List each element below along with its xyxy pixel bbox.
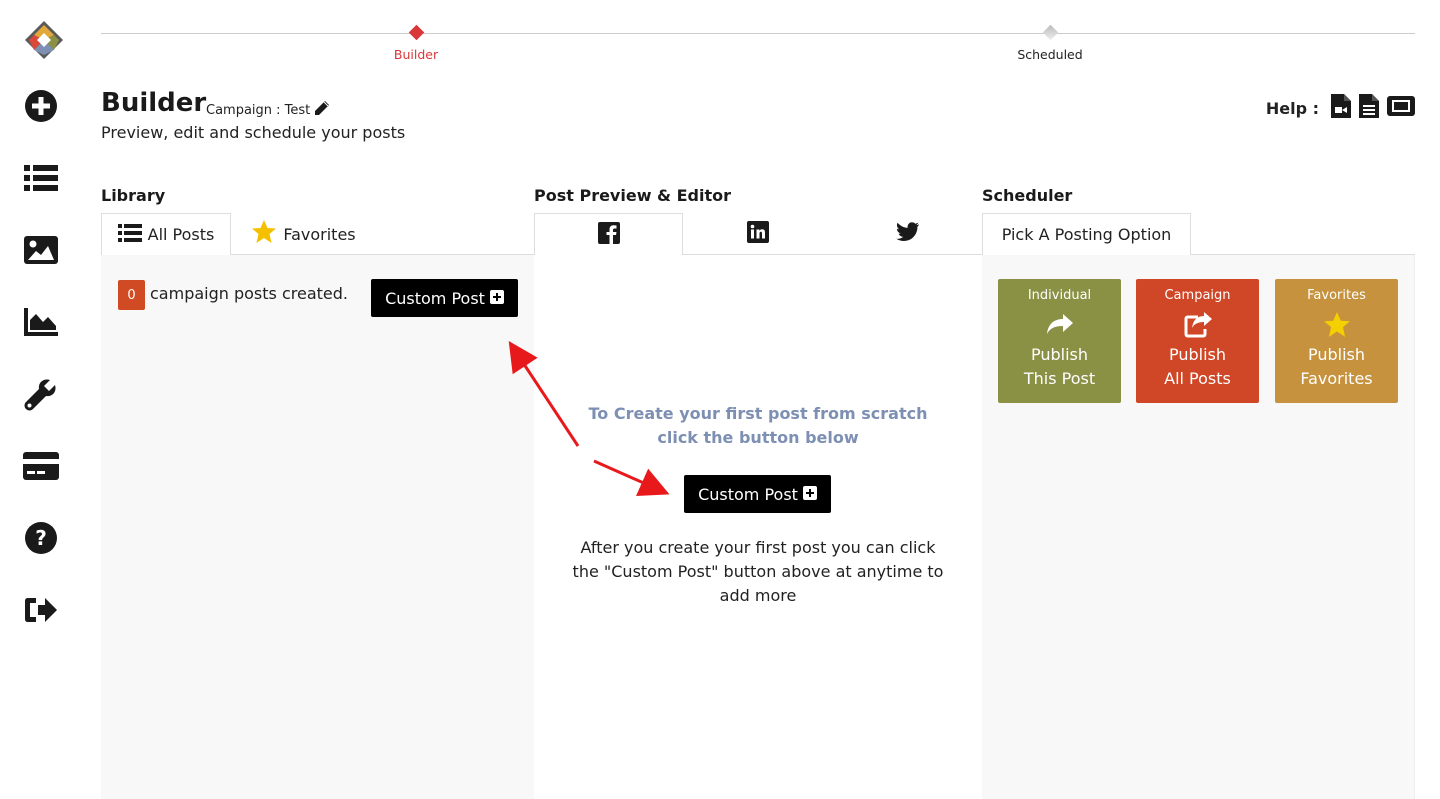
after-create-text: After you create your first post you can… [572, 538, 944, 605]
chart-area-icon[interactable] [23, 304, 59, 340]
tab-posting-option[interactable]: Pick A Posting Option [982, 213, 1191, 256]
plus-square-icon [489, 289, 504, 308]
step-marker-icon [1042, 24, 1058, 41]
plus-circle-icon[interactable] [23, 88, 59, 124]
tab-all-posts[interactable]: All Posts [101, 213, 231, 256]
sidebar: ? [0, 0, 82, 799]
button-label: Custom Post [698, 484, 798, 504]
step-marker-icon [408, 24, 424, 41]
twitter-icon [895, 222, 919, 246]
tab-label: Favorites [283, 224, 356, 244]
tab-label: All Posts [147, 225, 215, 244]
campaign-name: Campaign : Test [206, 100, 330, 120]
publish-individual-button[interactable]: Individual Publish This Post [998, 279, 1121, 403]
tab-linkedin[interactable] [683, 213, 832, 255]
question-circle-icon[interactable]: ? [23, 520, 59, 556]
option-line: All Posts [1164, 369, 1231, 388]
option-head: Campaign [1164, 288, 1231, 303]
editor-title: Post Preview & Editor [534, 186, 731, 205]
facebook-icon [597, 221, 620, 248]
share-square-icon [1136, 307, 1259, 343]
star-icon [1275, 307, 1398, 343]
logo-icon[interactable] [24, 20, 64, 60]
wrench-icon[interactable] [23, 376, 59, 412]
video-file-icon[interactable] [1331, 94, 1351, 122]
list-icon [117, 223, 142, 247]
custom-post-button[interactable]: Custom Post [371, 279, 518, 317]
custom-post-center-button[interactable]: Custom Post [684, 475, 831, 513]
post-count-text: campaign posts created. [150, 284, 348, 303]
editor-panel [534, 255, 982, 799]
option-line: Publish [1030, 345, 1089, 364]
campaign-label: Campaign : Test [206, 102, 311, 118]
hint-line: To Create your first post from scratch [588, 404, 928, 423]
option-line: Publish [1307, 345, 1366, 364]
svg-text:?: ? [35, 526, 47, 550]
tab-label: Pick A Posting Option [1001, 225, 1172, 244]
scheduler-title: Scheduler [982, 186, 1073, 205]
sign-out-icon[interactable] [23, 592, 59, 628]
credit-card-icon[interactable] [23, 448, 59, 484]
option-head: Individual [1027, 288, 1092, 303]
option-line: Publish [1168, 345, 1227, 364]
option-line: Favorites [1300, 369, 1373, 388]
post-count-badge: 0 [118, 280, 145, 310]
help-label: Help : [1265, 98, 1319, 118]
tab-twitter[interactable] [832, 213, 982, 255]
page-title: Builder [101, 88, 207, 118]
hint-line: click the button below [657, 428, 859, 447]
library-panel [101, 255, 534, 799]
step-label: Scheduled [1017, 47, 1083, 62]
tab-favorites[interactable]: Favorites [241, 213, 366, 255]
image-icon[interactable] [23, 232, 59, 268]
linkedin-icon [746, 221, 769, 247]
publish-campaign-button[interactable]: Campaign Publish All Posts [1136, 279, 1259, 403]
step-scheduled[interactable]: Scheduled [990, 20, 1110, 62]
star-icon [251, 220, 277, 248]
ticket-icon[interactable] [1387, 96, 1415, 120]
button-label: Custom Post [385, 288, 485, 308]
document-icon[interactable] [1359, 94, 1379, 122]
tab-facebook[interactable] [534, 213, 683, 256]
scheduler-tabs: Pick A Posting Option [982, 213, 1415, 256]
option-head: Favorites [1307, 288, 1366, 303]
pencil-icon[interactable] [314, 100, 330, 120]
list-icon[interactable] [23, 160, 59, 196]
share-icon [998, 307, 1121, 343]
library-tabs: All Posts Favorites [101, 213, 534, 256]
help-section: Help : [1266, 94, 1415, 122]
option-line: This Post [1023, 369, 1096, 388]
step-builder[interactable]: Builder [356, 20, 476, 62]
library-title: Library [101, 186, 166, 205]
publish-favorites-button[interactable]: Favorites Publish Favorites [1275, 279, 1398, 403]
empty-hint: To Create your first post from scratch c… [534, 402, 982, 450]
step-label: Builder [393, 47, 439, 62]
plus-square-icon [802, 485, 817, 504]
editor-tabs [534, 213, 982, 256]
stepper-line [101, 33, 1415, 34]
progress-stepper: Builder Scheduled [101, 20, 1415, 62]
page-subtitle: Preview, edit and schedule your posts [101, 123, 406, 142]
